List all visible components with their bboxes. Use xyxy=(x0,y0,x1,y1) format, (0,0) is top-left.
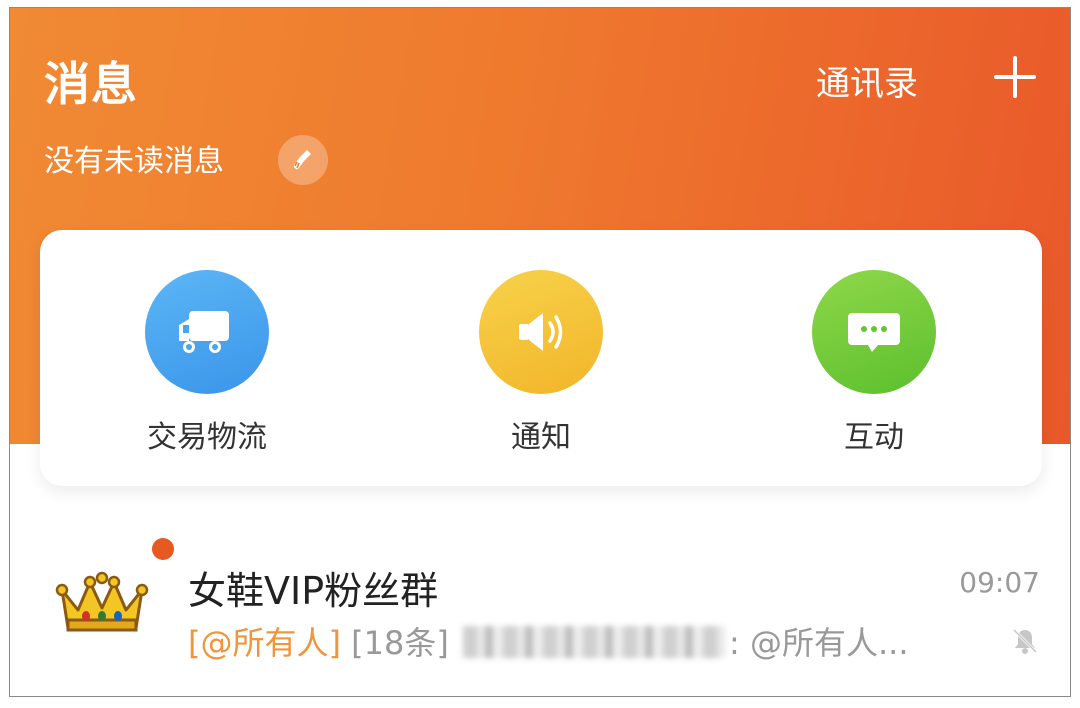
truck-icon xyxy=(145,270,269,394)
category-card: 交易物流 通知 互动 xyxy=(40,230,1042,486)
blurred-sender xyxy=(463,626,726,658)
category-label: 互动 xyxy=(844,420,904,455)
speaker-icon xyxy=(479,270,603,394)
unread-status-text: 没有未读消息 xyxy=(44,144,224,179)
bell-muted-icon xyxy=(1010,626,1040,656)
chat-list-item[interactable]: 女鞋VIP粉丝群 09:07 [@所有人] [18条] : @所有人... xyxy=(10,528,1070,678)
mention-tag: [@所有人] xyxy=(188,624,341,662)
unread-dot xyxy=(152,538,174,560)
category-notice[interactable]: 通知 xyxy=(431,270,651,456)
plus-icon[interactable] xyxy=(994,56,1036,98)
category-label: 通知 xyxy=(511,420,571,455)
category-interaction[interactable]: 互动 xyxy=(764,270,984,456)
broom-icon[interactable] xyxy=(278,135,328,185)
category-trade-logistics[interactable]: 交易物流 xyxy=(97,270,317,456)
message-count-tag: [18条] xyxy=(351,624,449,662)
page-title: 消息 xyxy=(44,57,138,111)
chat-preview: [@所有人] [18条] : @所有人... xyxy=(188,618,968,664)
contacts-link[interactable]: 通讯录 xyxy=(816,56,918,105)
chat-name: 女鞋VIP粉丝群 xyxy=(188,569,439,613)
chat-time: 09:07 xyxy=(959,566,1040,599)
category-label: 交易物流 xyxy=(147,420,267,455)
app-frame: 消息 通讯录 没有未读消息 交易物流 通知 互动 女鞋VIP粉丝群 09:07 … xyxy=(9,7,1071,697)
preview-text: : @所有人... xyxy=(729,624,909,662)
chat-bubble-icon xyxy=(812,270,936,394)
crown-icon[interactable] xyxy=(54,568,150,638)
